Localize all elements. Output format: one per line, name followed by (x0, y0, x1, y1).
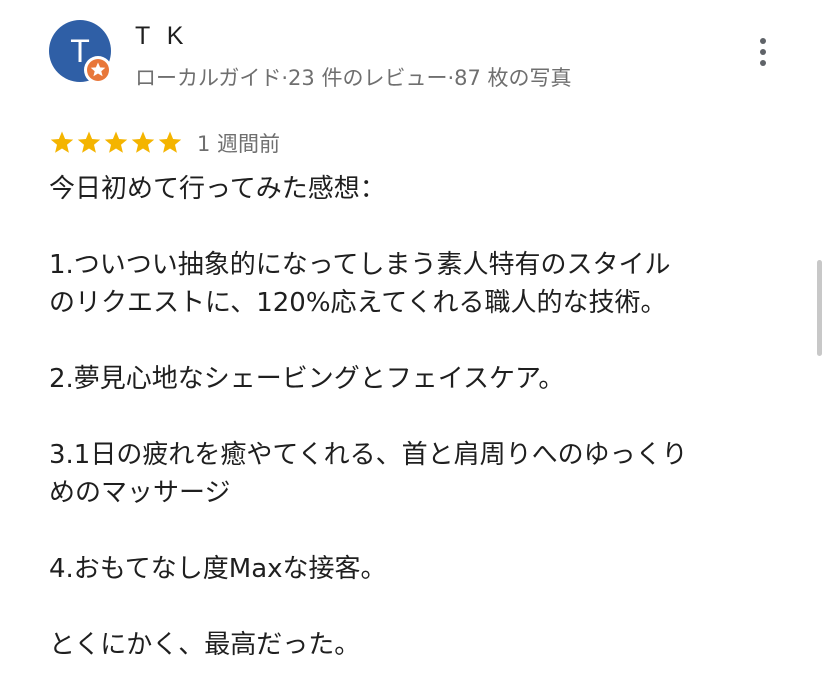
reviewer-meta: ローカルガイド·23 件のレビュー·87 枚の写真 (135, 66, 572, 90)
more-vert-icon (760, 38, 766, 44)
more-options-button[interactable] (748, 32, 778, 72)
review-line: めのマッサージ (49, 478, 231, 508)
review-line: とくにかく、最高だった。 (49, 630, 361, 660)
star-icon (130, 130, 156, 156)
rating-row: 1 週間前 (49, 128, 280, 158)
review-date: 1 週間前 (197, 132, 281, 156)
review-line: 1.ついつい抽象的になってしまう素人特有のスタイル (49, 250, 671, 280)
star-icon (49, 130, 75, 156)
local-guide-star-icon (84, 56, 112, 84)
review-text: 今日初めて行ってみた感想： 1.ついつい抽象的になってしまう素人特有のスタイル のリ… (49, 170, 749, 664)
review-line (49, 398, 749, 436)
scrollbar[interactable] (817, 260, 822, 356)
review-line (49, 322, 749, 360)
reviewer-name[interactable]: T K (135, 22, 188, 51)
review-line: のリクエストに、120%応えてくれる職人的な技術。 (49, 288, 667, 318)
star-icon (157, 130, 183, 156)
review-line (49, 588, 749, 626)
review-line (49, 208, 749, 246)
review-line: 4.おもてなし度Maxな接客。 (49, 554, 387, 584)
star-icon (76, 130, 102, 156)
review-line: 2.夢見心地なシェービングとフェイスケア。 (49, 364, 565, 394)
star-rating (49, 130, 183, 156)
review-line (49, 512, 749, 550)
review-line: 今日初めて行ってみた感想： (49, 174, 386, 204)
review-line: 3.1日の疲れを癒やてくれる、首と肩周りへのゆっくり (49, 440, 688, 470)
star-icon (103, 130, 129, 156)
